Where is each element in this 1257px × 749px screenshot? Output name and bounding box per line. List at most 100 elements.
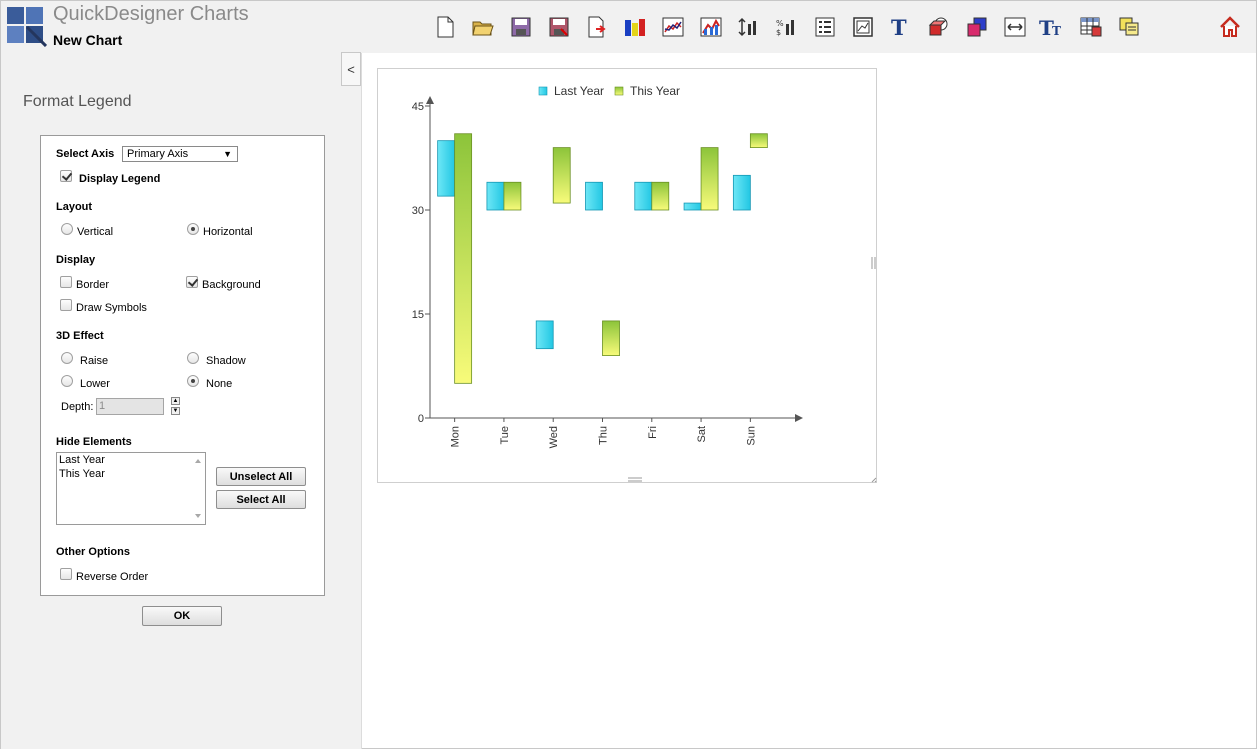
bar	[602, 320, 620, 357]
document-title: New Chart	[53, 32, 123, 48]
axis-select[interactable]: Primary Axis ▼	[122, 146, 238, 162]
legend-label: Last Year	[554, 84, 604, 98]
new-document-icon[interactable]	[433, 15, 457, 39]
bar	[437, 140, 456, 197]
background-label: Background	[202, 279, 261, 291]
home-icon[interactable]	[1218, 15, 1242, 39]
layout-vertical-label: Vertical	[77, 226, 114, 238]
select-axis-label: Select Axis	[56, 148, 115, 160]
legend-label: This Year	[630, 84, 680, 98]
depth-input[interactable]: 1	[96, 398, 164, 415]
chart-container[interactable]: 0 15 30 45 Mon Tue Wed Thu Fri Sat Sun Last Year Thi…	[377, 68, 877, 483]
other-options-header: Other Options	[56, 546, 130, 558]
panel-title: Format Legend	[23, 93, 132, 110]
scrollbar-arrows-icon	[195, 459, 201, 518]
bar	[749, 133, 768, 148]
y-axis-arrow	[426, 96, 434, 104]
line-chart-icon[interactable]	[661, 15, 685, 39]
svg-text:T: T	[891, 16, 907, 38]
header-bar: QuickDesigner Charts New Chart % $ T T T	[1, 1, 1256, 53]
reverse-order-checkbox[interactable]	[60, 568, 72, 580]
data-labels-icon[interactable]: % $	[775, 15, 799, 39]
display-legend-checkbox[interactable]	[60, 170, 72, 182]
bar	[552, 147, 571, 204]
list-item[interactable]: Last Year	[59, 454, 105, 466]
chart-layer: 0 15 30 45 Mon Tue Wed Thu Fri Sat Sun Last Year Thi…	[412, 84, 803, 448]
x-tick-label: Tue	[499, 426, 511, 445]
bar	[732, 174, 751, 211]
y-tick-label: 0	[418, 413, 424, 425]
resize-handles[interactable]	[628, 257, 877, 483]
y-tick-label: 45	[412, 101, 424, 113]
layout-vertical-radio[interactable]	[61, 223, 73, 235]
save-icon[interactable]	[509, 15, 533, 39]
unselect-all-button[interactable]: Unselect All	[216, 467, 306, 486]
legend-icon[interactable]	[813, 15, 837, 39]
display-header: Display	[56, 254, 96, 266]
list-scrollbar[interactable]	[191, 453, 205, 524]
format-legend-panel: Select Axis Primary Axis ▼ Display Legen…	[40, 135, 325, 596]
svg-text:$: $	[776, 28, 781, 37]
x-tick-label: Sun	[745, 426, 757, 446]
background-checkbox[interactable]	[186, 276, 198, 288]
ok-button[interactable]: OK	[142, 606, 222, 626]
x-tick-label: Thu	[598, 426, 610, 445]
open-folder-icon[interactable]	[471, 15, 495, 39]
effect-raise-label: Raise	[80, 355, 109, 367]
save-as-icon[interactable]	[547, 15, 571, 39]
reverse-order-label: Reverse Order	[76, 571, 149, 583]
bar	[486, 181, 505, 211]
y-tick-label: 30	[412, 205, 424, 217]
draw-symbols-checkbox[interactable]	[60, 299, 72, 311]
x-tick-label: Wed	[548, 426, 560, 448]
hide-elements-list[interactable]: Last Year This Year	[56, 452, 206, 525]
effect-lower-label: Lower	[80, 378, 110, 390]
chart-plot: 0 15 30 45 Mon Tue Wed Thu Fri Sat Sun Last Year Thi…	[412, 84, 877, 483]
x-tick-label: Fri	[647, 426, 659, 439]
x-tick-label: Mon	[450, 426, 462, 447]
3d-effect-icon[interactable]	[927, 15, 951, 39]
bar	[454, 133, 473, 384]
dropdown-arrow-icon: ▼	[223, 149, 232, 159]
legend-swatch	[538, 86, 548, 96]
effect-raise-radio[interactable]	[61, 352, 73, 364]
effect-lower-radio[interactable]	[61, 375, 73, 387]
svg-text:T: T	[1052, 24, 1061, 38]
collapse-sidebar-button[interactable]: <	[341, 52, 361, 86]
svg-text:%: %	[776, 19, 784, 28]
layout-header: Layout	[56, 201, 93, 213]
effect-shadow-radio[interactable]	[187, 352, 199, 364]
font-size-icon[interactable]: TT	[1039, 15, 1063, 39]
depth-down-icon[interactable]: ▼	[171, 407, 180, 415]
hide-elements-header: Hide Elements	[56, 436, 132, 448]
export-icon[interactable]	[585, 15, 609, 39]
effect-none-radio[interactable]	[187, 375, 199, 387]
axis-scale-icon[interactable]	[737, 15, 761, 39]
depth-label: Depth:	[61, 401, 94, 413]
area-chart-icon[interactable]	[699, 15, 723, 39]
series-color-icon[interactable]	[965, 15, 989, 39]
display-legend-label: Display Legend	[79, 173, 161, 185]
layout-horizontal-radio[interactable]	[187, 223, 199, 235]
bar	[700, 147, 719, 211]
axis-select-value: Primary Axis	[127, 148, 189, 160]
bar	[535, 320, 554, 350]
legend-swatch	[614, 86, 624, 96]
bar	[503, 181, 522, 211]
bar	[585, 181, 603, 211]
copy-icon[interactable]	[1117, 15, 1141, 39]
x-tick-label: Sat	[696, 426, 708, 443]
effect-none-label: None	[206, 378, 233, 390]
data-table-icon[interactable]	[1079, 15, 1103, 39]
depth-up-icon[interactable]: ▲	[171, 397, 180, 405]
chart-background-icon[interactable]	[851, 15, 875, 39]
color-palette-icon[interactable]	[623, 15, 647, 39]
list-item[interactable]: This Year	[59, 468, 105, 480]
app-logo-icon	[7, 7, 47, 47]
width-resize-icon[interactable]	[1003, 15, 1027, 39]
select-all-button[interactable]: Select All	[216, 490, 306, 509]
border-checkbox[interactable]	[60, 276, 72, 288]
bar	[651, 181, 670, 211]
title-text-icon[interactable]: T	[887, 15, 911, 39]
border-label: Border	[76, 279, 110, 291]
